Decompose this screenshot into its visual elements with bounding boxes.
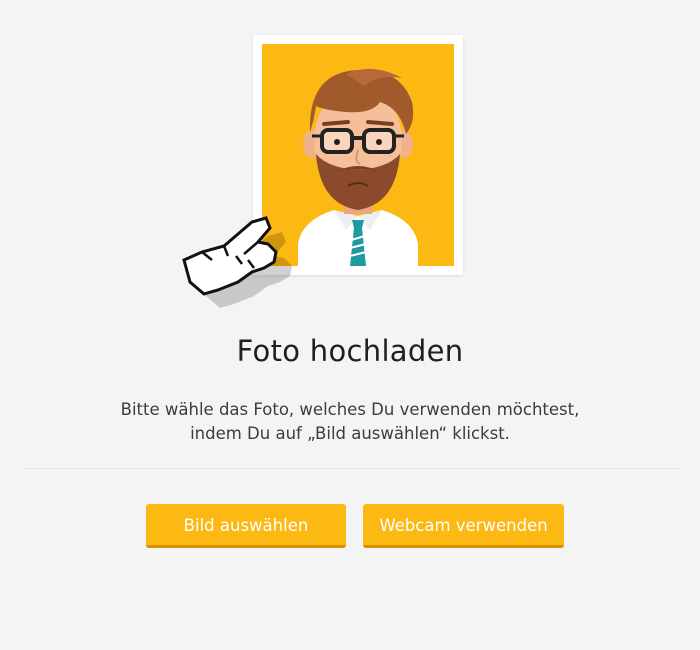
divider (24, 468, 680, 469)
upload-photo-panel: Foto hochladen Bitte wähle das Foto, wel… (0, 0, 700, 650)
page-title: Foto hochladen (236, 334, 464, 368)
instruction-line: Bitte wähle das Foto, welches Du verwend… (120, 400, 580, 419)
upload-instructions: Bitte wähle das Foto, welches Du verwend… (0, 398, 700, 446)
hand-pointer-icon (172, 200, 302, 314)
select-image-button[interactable]: Bild auswählen (146, 504, 346, 548)
instruction-line: indem Du auf „Bild auswählen“ klickst. (190, 424, 510, 443)
use-webcam-button[interactable]: Webcam verwenden (363, 504, 564, 548)
